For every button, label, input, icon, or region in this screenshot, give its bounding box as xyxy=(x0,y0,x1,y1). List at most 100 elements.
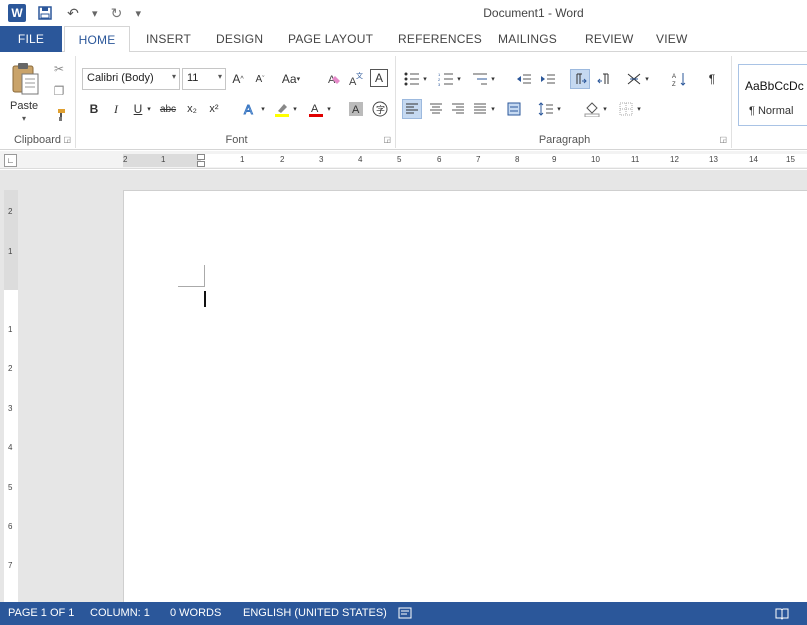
enclose-characters-button[interactable]: 字 xyxy=(370,99,390,119)
vertical-ruler[interactable]: 2 1 1 2 3 4 5 6 7 xyxy=(4,190,18,602)
ruler-bar: ∟ 2 1 1 2 3 4 5 6 7 8 9 10 11 12 13 14 1… xyxy=(0,151,807,169)
left-to-right-button[interactable] xyxy=(570,69,590,89)
tab-file[interactable]: FILE xyxy=(0,26,62,52)
distributed-button[interactable] xyxy=(504,99,524,119)
text-effects-button[interactable]: A xyxy=(240,99,260,119)
character-shading-button[interactable]: A xyxy=(346,99,366,119)
chevron-down-icon: ▾ xyxy=(171,72,176,81)
cut-icon[interactable]: ✂ xyxy=(50,60,68,78)
font-size-select[interactable]: 11 ▾ xyxy=(182,68,226,90)
justify-button[interactable] xyxy=(470,99,490,119)
ruler-number: 8 xyxy=(515,155,520,164)
ruler-number: 2 xyxy=(123,155,128,164)
style-sample-text: AaBbCcDc xyxy=(745,79,804,93)
proofing-icon[interactable] xyxy=(398,606,412,620)
numbering-button[interactable]: 123 xyxy=(436,69,456,89)
font-name-value: Calibri (Body) xyxy=(87,72,154,84)
paste-dropdown-icon[interactable]: ▾ xyxy=(22,114,26,123)
style-normal[interactable]: AaBbCcDc ¶ Normal xyxy=(738,64,807,126)
multilevel-dropdown-icon[interactable]: ▾ xyxy=(488,69,498,89)
shrink-font-button[interactable]: Aˇ xyxy=(250,69,270,89)
tab-mailings[interactable]: MAILINGS xyxy=(498,26,557,52)
tab-review[interactable]: REVIEW xyxy=(585,26,634,52)
read-mode-icon[interactable] xyxy=(775,606,789,620)
ruler-number: 10 xyxy=(591,155,600,164)
clipboard-launcher-icon[interactable]: ◲ xyxy=(63,135,71,144)
subscript-button[interactable]: x₂ xyxy=(182,99,202,119)
clipboard-group: Paste ▾ ✂ ❐ Clipboard ◲ xyxy=(0,56,76,148)
tab-home[interactable]: HOME xyxy=(64,26,130,53)
font-name-select[interactable]: Calibri (Body) ▾ xyxy=(82,68,180,90)
multilevel-list-button[interactable] xyxy=(470,69,490,89)
superscript-button[interactable]: x² xyxy=(204,99,224,119)
paste-icon[interactable] xyxy=(10,62,40,96)
ruler-number: 1 xyxy=(240,155,245,164)
text-effects-dropdown-icon[interactable]: ▾ xyxy=(258,99,268,119)
grow-font-button[interactable]: A ^ xyxy=(228,69,248,89)
borders-button[interactable] xyxy=(616,99,636,119)
first-line-indent-marker[interactable] xyxy=(197,154,205,160)
tab-view[interactable]: VIEW xyxy=(656,26,687,52)
bullets-dropdown-icon[interactable]: ▾ xyxy=(420,69,430,89)
borders-dropdown-icon[interactable]: ▾ xyxy=(634,99,644,119)
asian-layout-dropdown-icon[interactable]: ▾ xyxy=(642,69,652,89)
italic-button[interactable]: I xyxy=(106,99,126,119)
underline-dropdown-icon[interactable]: ▾ xyxy=(144,99,154,119)
font-color-button[interactable]: A xyxy=(306,99,326,119)
decrease-indent-button[interactable] xyxy=(514,69,534,89)
justify-dropdown-icon[interactable]: ▾ xyxy=(488,99,498,119)
increase-indent-button[interactable] xyxy=(538,69,558,89)
align-right-button[interactable] xyxy=(448,99,468,119)
numbering-dropdown-icon[interactable]: ▾ xyxy=(454,69,464,89)
word-count-status[interactable]: 0 WORDS xyxy=(170,607,221,619)
sort-button[interactable]: AZ xyxy=(670,69,690,89)
show-formatting-button[interactable]: ¶ xyxy=(702,69,722,89)
asian-layout-button[interactable] xyxy=(624,69,644,89)
tab-selector-icon[interactable]: ∟ xyxy=(4,154,17,167)
font-launcher-icon[interactable]: ◲ xyxy=(383,135,391,144)
hanging-indent-marker[interactable] xyxy=(197,161,205,167)
bullets-button[interactable] xyxy=(402,69,422,89)
shading-button[interactable] xyxy=(582,99,602,119)
subscript-icon: x₂ xyxy=(187,103,197,115)
bold-button[interactable]: B xyxy=(84,99,104,119)
window-title: Document1 - Word xyxy=(483,6,584,20)
highlight-color-button[interactable] xyxy=(272,99,292,119)
character-border-button[interactable]: A xyxy=(370,69,388,87)
tab-design[interactable]: DESIGN xyxy=(216,26,263,52)
highlight-dropdown-icon[interactable]: ▾ xyxy=(290,99,300,119)
clear-formatting-button[interactable]: A xyxy=(324,69,344,89)
word-window: W ↶ ▾ ↻ ▾ Document1 - Word FILE HOME INS… xyxy=(0,0,807,625)
svg-text:字: 字 xyxy=(376,104,385,115)
copy-icon[interactable]: ❐ xyxy=(50,82,68,100)
svg-text:A: A xyxy=(311,103,319,115)
status-bar: PAGE 1 OF 1 COLUMN: 1 0 WORDS ENGLISH (U… xyxy=(0,602,807,625)
change-case-button[interactable]: Aa ▾ xyxy=(278,69,304,89)
line-spacing-dropdown-icon[interactable]: ▾ xyxy=(554,99,564,119)
align-left-button[interactable] xyxy=(402,99,422,119)
tab-insert[interactable]: INSERT xyxy=(146,26,191,52)
paragraph-launcher-icon[interactable]: ◲ xyxy=(719,135,727,144)
shading-dropdown-icon[interactable]: ▾ xyxy=(600,99,610,119)
ruler-number: 1 xyxy=(161,155,166,164)
font-color-dropdown-icon[interactable]: ▾ xyxy=(324,99,334,119)
font-size-value: 11 xyxy=(187,72,199,84)
format-painter-icon[interactable] xyxy=(50,106,68,124)
line-spacing-button[interactable] xyxy=(536,99,556,119)
language-status[interactable]: ENGLISH (UNITED STATES) xyxy=(243,607,387,619)
align-center-button[interactable] xyxy=(426,99,446,119)
font-group-label: Font xyxy=(225,134,248,146)
text-cursor xyxy=(204,291,206,307)
page-count-status[interactable]: PAGE 1 OF 1 xyxy=(8,607,74,619)
horizontal-ruler[interactable]: 2 1 1 2 3 4 5 6 7 8 9 10 11 12 13 14 15 xyxy=(123,154,807,167)
ribbon: Paste ▾ ✂ ❐ Clipboard ◲ Calibri (Body) ▾… xyxy=(0,52,807,150)
right-to-left-button[interactable] xyxy=(594,69,614,89)
paste-button-label[interactable]: Paste xyxy=(10,100,38,112)
document-page[interactable] xyxy=(123,190,807,610)
strikethrough-button[interactable]: abc xyxy=(156,99,180,119)
column-status[interactable]: COLUMN: 1 xyxy=(90,607,150,619)
ruler-number: 2 xyxy=(8,364,13,373)
phonetic-guide-button[interactable]: A文 xyxy=(346,69,366,89)
tab-page-layout[interactable]: PAGE LAYOUT xyxy=(288,26,373,52)
tab-references[interactable]: REFERENCES xyxy=(398,26,482,52)
